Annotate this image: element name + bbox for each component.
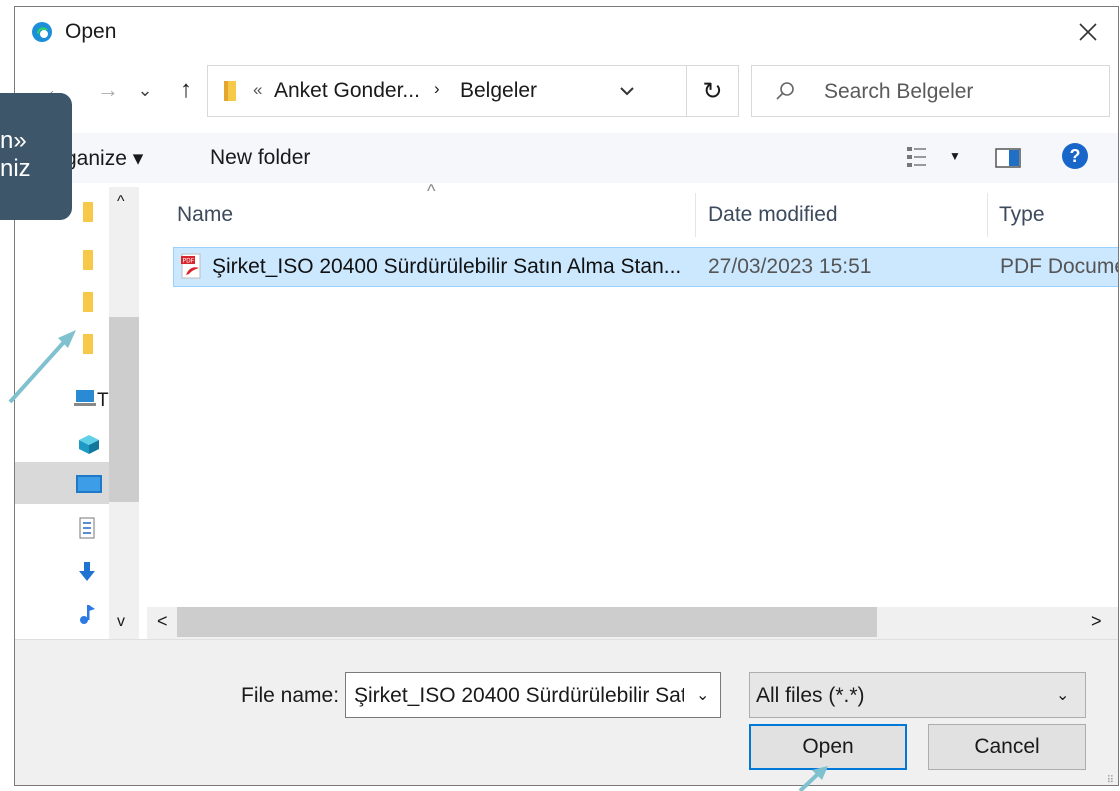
forward-arrow-icon: → bbox=[97, 77, 119, 102]
file-list: ^ Name Date modified Type PDF Şirket_ISO… bbox=[147, 181, 1119, 639]
desktop-icon[interactable] bbox=[75, 473, 103, 495]
breadcrumb-separator-icon[interactable]: › bbox=[434, 79, 440, 99]
callout-text-line1: n» bbox=[0, 127, 27, 154]
downloads-icon[interactable] bbox=[77, 561, 97, 583]
nav-scrollbar-thumb[interactable] bbox=[109, 317, 139, 502]
address-bar[interactable]: « Anket Gonder... › Belgeler bbox=[207, 65, 687, 117]
column-type[interactable]: Type bbox=[999, 203, 1045, 253]
window-title: Open bbox=[65, 20, 117, 43]
close-button[interactable] bbox=[1058, 7, 1118, 57]
sort-indicator-icon: ^ bbox=[427, 181, 436, 201]
column-divider[interactable] bbox=[987, 193, 988, 237]
instruction-callout: n» niz bbox=[0, 93, 72, 220]
new-folder-button[interactable]: New folder bbox=[210, 146, 310, 170]
folder-icon bbox=[224, 81, 236, 101]
search-icon bbox=[776, 82, 794, 100]
view-options-icon[interactable] bbox=[905, 145, 929, 169]
open-dialog: Open ← → ⌄ ↑ « Anket Gonder... › Belgele… bbox=[14, 6, 1119, 786]
column-date-modified[interactable]: Date modified bbox=[708, 203, 838, 253]
file-type-filter-value[interactable]: All files (*.*) bbox=[756, 684, 865, 708]
this-pc-icon[interactable] bbox=[73, 387, 97, 409]
navigation-bar: ← → ⌄ ↑ « Anket Gonder... › Belgeler ↻ S… bbox=[15, 61, 1118, 121]
documents-icon[interactable] bbox=[77, 517, 97, 539]
forward-button[interactable]: → bbox=[93, 75, 123, 105]
title-bar: Open bbox=[15, 7, 1118, 59]
folder-icon[interactable] bbox=[77, 291, 97, 313]
refresh-icon: ↻ bbox=[702, 77, 723, 105]
scroll-down-icon[interactable]: v bbox=[117, 613, 125, 631]
scroll-up-icon[interactable]: ^ bbox=[117, 193, 125, 211]
breadcrumb-anket-gonder[interactable]: Anket Gonder... bbox=[274, 79, 420, 103]
3d-objects-icon[interactable] bbox=[77, 433, 101, 455]
column-divider[interactable] bbox=[695, 193, 696, 237]
file-name: Şirket_ISO 20400 Sürdürülebilir Satın Al… bbox=[212, 255, 682, 278]
recent-locations-button[interactable]: ⌄ bbox=[133, 75, 157, 105]
file-date-modified: 27/03/2023 15:51 bbox=[708, 255, 872, 278]
folder-icon[interactable] bbox=[77, 201, 97, 223]
help-icon[interactable]: ? bbox=[1062, 143, 1088, 169]
file-type: PDF Docume bbox=[1000, 255, 1119, 278]
music-icon[interactable] bbox=[77, 603, 97, 625]
chevron-down-icon[interactable] bbox=[618, 80, 636, 102]
command-bar: ganize ▾ New folder ▼ ? bbox=[15, 133, 1118, 183]
refresh-button[interactable]: ↻ bbox=[687, 65, 739, 117]
pdf-file-icon: PDF bbox=[181, 253, 201, 279]
this-pc-label[interactable]: T bbox=[97, 390, 109, 412]
navigation-pane: T ^ v bbox=[15, 187, 147, 639]
edge-icon bbox=[32, 22, 52, 42]
dialog-footer: File name: Şirket_ISO 20400 Sürdürülebil… bbox=[15, 639, 1118, 785]
file-name-label: File name: bbox=[241, 684, 340, 707]
chevron-down-icon[interactable]: ⌄ bbox=[696, 685, 709, 705]
chevron-down-icon[interactable]: ⌄ bbox=[1056, 685, 1069, 705]
column-name[interactable]: Name bbox=[177, 203, 233, 253]
open-button[interactable]: Open bbox=[749, 724, 907, 770]
scroll-left-icon[interactable]: < bbox=[157, 611, 168, 632]
horizontal-scrollbar-thumb[interactable] bbox=[177, 607, 877, 637]
cancel-button[interactable]: Cancel bbox=[928, 724, 1086, 770]
file-name-value[interactable]: Şirket_ISO 20400 Sürdürülebilir Satın bbox=[354, 684, 684, 708]
close-icon bbox=[1079, 23, 1097, 41]
chevron-down-icon: ⌄ bbox=[137, 79, 153, 100]
file-type-filter[interactable]: All files (*.*) ⌄ bbox=[749, 672, 1086, 718]
up-button[interactable]: ↑ bbox=[171, 75, 201, 105]
search-box[interactable]: Search Belgeler bbox=[751, 65, 1110, 117]
up-arrow-icon: ↑ bbox=[180, 76, 192, 103]
search-placeholder[interactable]: Search Belgeler bbox=[824, 80, 973, 104]
scroll-right-icon[interactable]: > bbox=[1091, 611, 1102, 632]
horizontal-scrollbar[interactable]: < > bbox=[147, 607, 1118, 639]
resize-grip-icon[interactable]: ⠿ bbox=[1107, 775, 1114, 785]
view-dropdown-icon[interactable]: ▼ bbox=[949, 149, 961, 163]
preview-pane-icon[interactable] bbox=[995, 147, 1021, 169]
folder-icon[interactable] bbox=[77, 333, 97, 355]
callout-text-line2: niz bbox=[0, 155, 31, 182]
organize-menu[interactable]: ganize ▾ bbox=[65, 146, 143, 171]
file-row[interactable]: PDF Şirket_ISO 20400 Sürdürülebilir Satı… bbox=[173, 247, 1119, 287]
folder-icon[interactable] bbox=[77, 249, 97, 271]
file-name-input[interactable]: Şirket_ISO 20400 Sürdürülebilir Satın ⌄ bbox=[345, 672, 721, 718]
svg-text:PDF: PDF bbox=[183, 258, 195, 265]
breadcrumb-belgeler[interactable]: Belgeler bbox=[460, 79, 537, 103]
address-overflow-chevron[interactable]: « bbox=[253, 80, 262, 100]
